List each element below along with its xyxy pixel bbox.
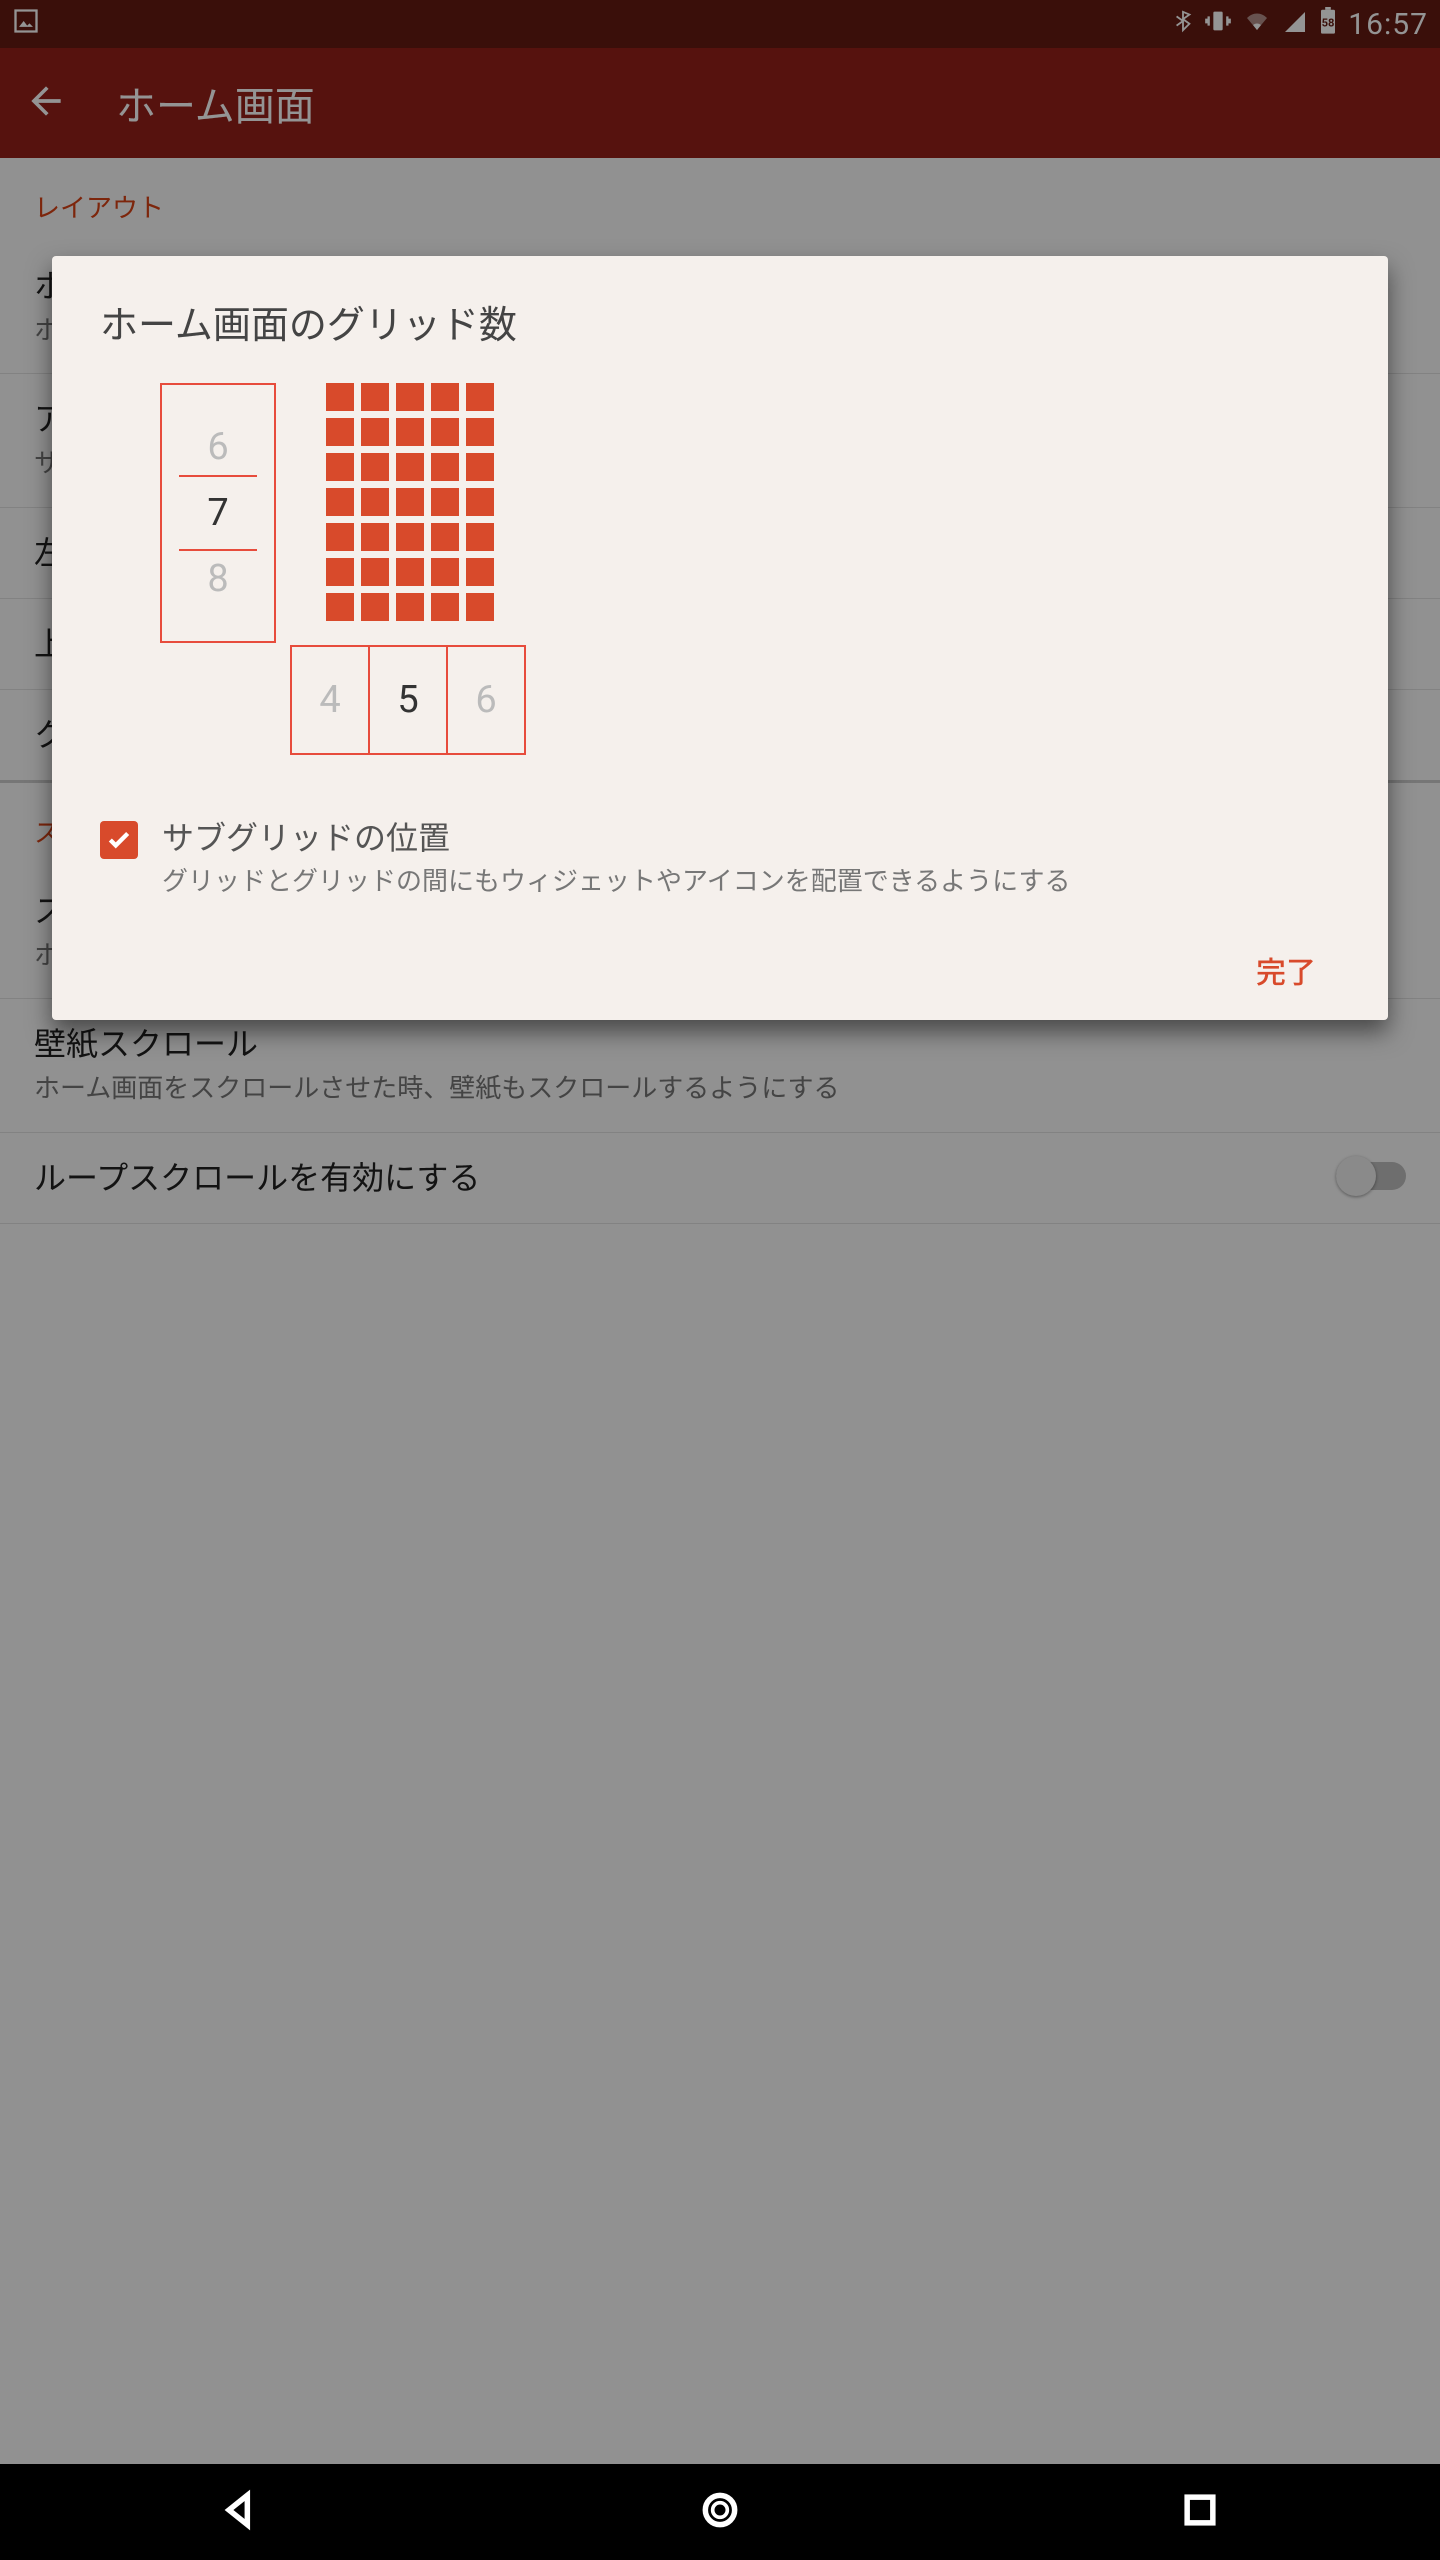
subgrid-sub: グリッドとグリッドの間にもウィジェットやアイコンを配置できるようにする (162, 863, 1070, 902)
grid-cell (396, 383, 424, 411)
cols-next[interactable]: 6 (448, 678, 524, 722)
subgrid-title: サブグリッドの位置 (162, 813, 1070, 859)
grid-cell (466, 558, 494, 586)
nav-back-icon[interactable] (218, 2488, 262, 2536)
grid-cell (431, 488, 459, 516)
grid-cell (466, 418, 494, 446)
grid-cell (326, 593, 354, 621)
grid-cell (326, 558, 354, 586)
grid-cell (361, 383, 389, 411)
nav-home-icon[interactable] (698, 2488, 742, 2536)
grid-cell (466, 523, 494, 551)
grid-cell (431, 558, 459, 586)
cols-prev[interactable]: 4 (292, 678, 368, 722)
grid-cell (431, 383, 459, 411)
rows-picker[interactable]: 6 7 8 (160, 383, 276, 643)
grid-cell (431, 523, 459, 551)
cols-picker[interactable]: 4 5 6 (290, 645, 526, 755)
grid-cell (361, 453, 389, 481)
grid-cell (466, 593, 494, 621)
grid-cell (326, 418, 354, 446)
grid-cell (466, 453, 494, 481)
grid-cell (326, 488, 354, 516)
grid-pickers: 6 7 8 4 5 6 (100, 383, 1340, 803)
grid-cell (361, 418, 389, 446)
dialog-title: ホーム画面のグリッド数 (100, 294, 1340, 349)
grid-cell (396, 523, 424, 551)
done-button[interactable]: 完了 (1232, 946, 1340, 1001)
grid-cell (431, 453, 459, 481)
subgrid-check-row[interactable]: サブグリッドの位置 グリッドとグリッドの間にもウィジェットやアイコンを配置できる… (100, 813, 1340, 902)
grid-cell (396, 593, 424, 621)
subgrid-checkbox[interactable] (100, 821, 138, 859)
grid-cell (361, 558, 389, 586)
grid-cell (431, 418, 459, 446)
grid-cell (396, 558, 424, 586)
rows-next[interactable]: 8 (207, 557, 228, 601)
grid-cell (361, 593, 389, 621)
grid-size-dialog: ホーム画面のグリッド数 6 7 8 4 5 6 サブグリッドの位置 グリッドとグ… (52, 256, 1388, 1020)
grid-cell (466, 488, 494, 516)
grid-cell (326, 523, 354, 551)
grid-cell (396, 488, 424, 516)
rows-prev[interactable]: 6 (207, 425, 228, 469)
rows-current[interactable]: 7 (179, 475, 257, 551)
grid-preview (326, 383, 494, 621)
grid-cell (431, 593, 459, 621)
check-icon (106, 827, 132, 853)
grid-cell (396, 453, 424, 481)
grid-cell (466, 383, 494, 411)
nav-recent-icon[interactable] (1178, 2488, 1222, 2536)
grid-cell (361, 523, 389, 551)
cols-current[interactable]: 5 (368, 647, 448, 753)
grid-cell (396, 418, 424, 446)
grid-cell (326, 383, 354, 411)
navigation-bar (0, 2464, 1440, 2560)
grid-cell (361, 488, 389, 516)
grid-cell (326, 453, 354, 481)
